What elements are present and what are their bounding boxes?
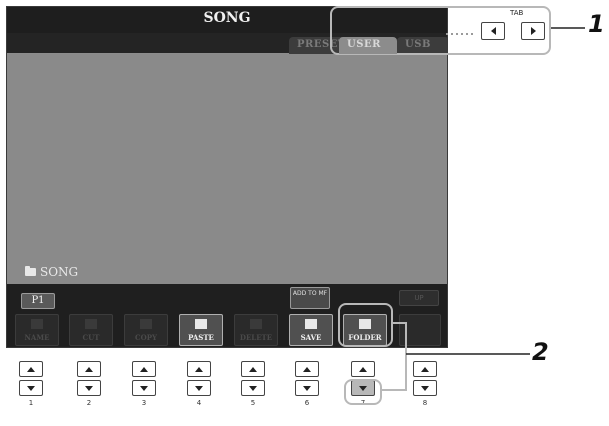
hw-button-number: 6 xyxy=(304,399,310,407)
lcd-screen: SONG PRESET USB USER SONG P1 ADD TO MF U… xyxy=(6,6,448,348)
hw-button-column-5: 5 xyxy=(241,361,265,407)
hw-down-button-4[interactable] xyxy=(187,380,211,396)
up-arrow-icon xyxy=(85,366,93,372)
hw-down-button-1[interactable] xyxy=(19,380,43,396)
hw-button-column-4: 4 xyxy=(187,361,211,407)
tab-user[interactable]: USER xyxy=(339,37,397,54)
down-arrow-icon xyxy=(85,385,93,391)
current-folder-label: SONG xyxy=(40,265,79,279)
add-to-mf-button[interactable]: ADD TO MF xyxy=(290,287,330,309)
hw-button-number: 3 xyxy=(141,399,147,407)
hw-up-button-8[interactable] xyxy=(413,361,437,377)
down-arrow-icon xyxy=(27,385,35,391)
callout-number-2: 2 xyxy=(532,338,549,366)
hw-button-column-2: 2 xyxy=(77,361,101,407)
scissors-icon xyxy=(85,319,97,329)
hw-down-button-6[interactable] xyxy=(295,380,319,396)
down-arrow-icon xyxy=(303,385,311,391)
up-button[interactable]: UP xyxy=(399,290,439,306)
down-arrow-icon xyxy=(195,385,203,391)
name-button-label: NAME xyxy=(24,333,50,342)
up-arrow-icon xyxy=(303,366,311,372)
hw-up-button-5[interactable] xyxy=(241,361,265,377)
copy-button-label: COPY xyxy=(135,333,157,342)
paste-icon xyxy=(195,319,207,329)
hw-button-number: 5 xyxy=(250,399,256,407)
up-arrow-icon xyxy=(140,366,148,372)
up-arrow-icon xyxy=(27,366,35,372)
hw-down-button-5[interactable] xyxy=(241,380,265,396)
hw-down-button-3[interactable] xyxy=(132,380,156,396)
hw-up-button-2[interactable] xyxy=(77,361,101,377)
callout-2-highlight-button xyxy=(344,379,382,405)
up-arrow-icon xyxy=(421,366,429,372)
hw-button-column-8: 8 xyxy=(413,361,437,407)
hw-up-button-3[interactable] xyxy=(132,361,156,377)
hw-button-column-3: 3 xyxy=(132,361,156,407)
paste-button-label: PASTE xyxy=(188,333,214,342)
page-button[interactable]: P1 xyxy=(21,293,55,309)
folder-icon xyxy=(25,266,36,276)
down-arrow-icon xyxy=(421,385,429,391)
callout-number-1: 1 xyxy=(588,10,605,38)
hw-down-button-2[interactable] xyxy=(77,380,101,396)
delete-button-label: DELETE xyxy=(239,333,273,342)
down-arrow-icon xyxy=(249,385,257,391)
save-icon xyxy=(305,319,317,329)
copy-icon xyxy=(140,319,152,329)
hw-button-number: 8 xyxy=(422,399,428,407)
name-button[interactable]: NAME xyxy=(15,314,59,346)
current-folder-path: SONG xyxy=(25,265,78,279)
hw-down-button-8[interactable] xyxy=(413,380,437,396)
up-arrow-icon xyxy=(195,366,203,372)
up-arrow-icon xyxy=(359,366,367,372)
up-arrow-icon xyxy=(249,366,257,372)
hw-up-button-1[interactable] xyxy=(19,361,43,377)
trash-icon xyxy=(250,319,262,329)
hw-button-column-6: 6 xyxy=(295,361,319,407)
hw-up-button-7[interactable] xyxy=(351,361,375,377)
delete-button[interactable]: DELETE xyxy=(234,314,278,346)
cut-button-label: CUT xyxy=(82,333,100,342)
blank-slot-8 xyxy=(399,314,441,346)
file-list-area xyxy=(7,54,447,284)
save-button-label: SAVE xyxy=(300,333,322,342)
hw-button-number: 1 xyxy=(28,399,34,407)
callout-2-highlight-folder xyxy=(338,303,393,347)
hw-up-button-6[interactable] xyxy=(295,361,319,377)
paste-button[interactable]: PASTE xyxy=(179,314,223,346)
hw-button-number: 2 xyxy=(86,399,92,407)
hw-up-button-4[interactable] xyxy=(187,361,211,377)
copy-button[interactable]: COPY xyxy=(124,314,168,346)
save-button[interactable]: SAVE xyxy=(289,314,333,346)
hw-button-number: 4 xyxy=(196,399,202,407)
name-icon xyxy=(31,319,43,329)
hw-button-column-1: 1 xyxy=(19,361,43,407)
cut-button[interactable]: CUT xyxy=(69,314,113,346)
down-arrow-icon xyxy=(140,385,148,391)
